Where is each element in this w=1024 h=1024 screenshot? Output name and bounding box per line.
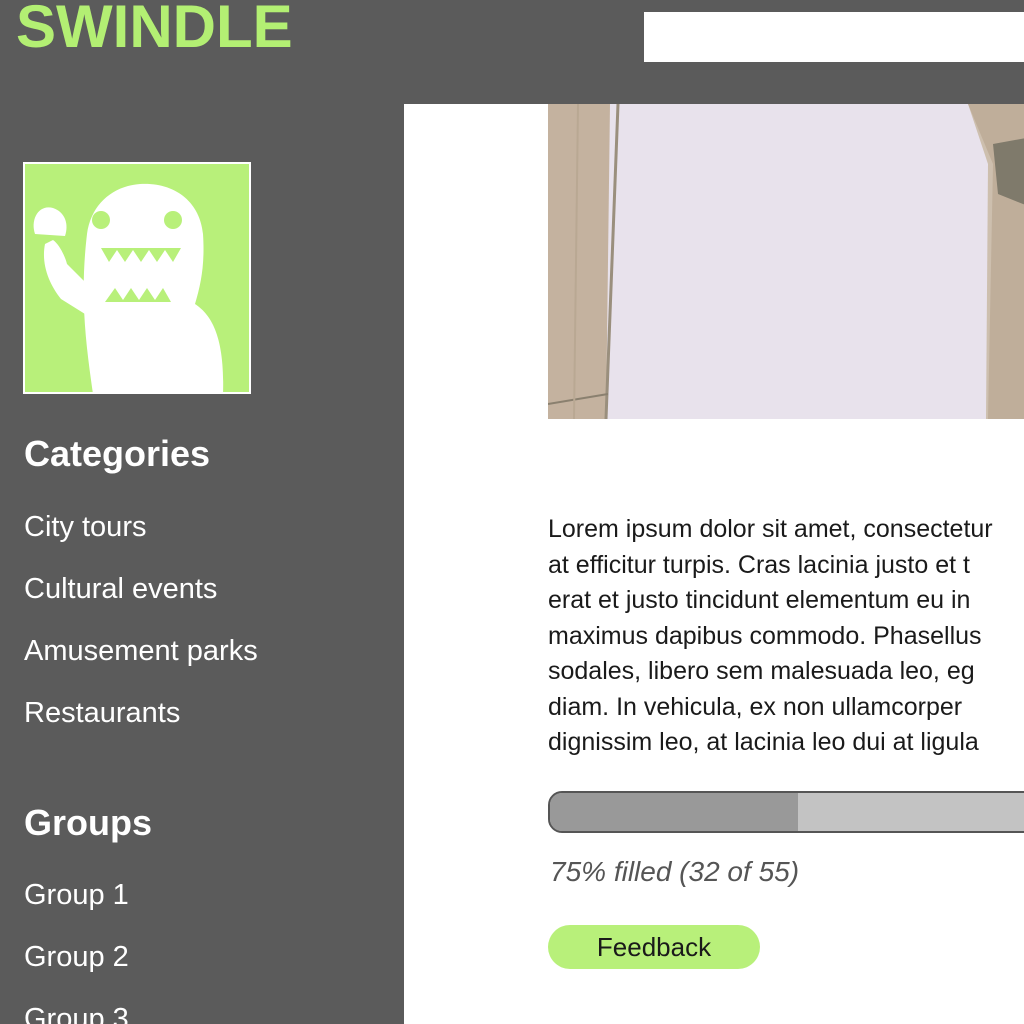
body-line: maximus dapibus commodo. Phasellus xyxy=(548,621,982,650)
sidebar: Categories City tours Cultural events Am… xyxy=(0,104,404,1024)
progress-label: 75% filled (32 of 55) xyxy=(550,856,800,887)
categories-heading: Categories xyxy=(24,433,211,474)
article-body: Lorem ipsum dolor sit amet, consectetur … xyxy=(548,512,1024,761)
site-logo[interactable]: SWINDLE xyxy=(16,0,293,62)
feedback-button[interactable]: Feedback xyxy=(548,925,760,969)
page: SWINDLE Categories City tours Cultural e… xyxy=(0,0,1024,1024)
progress-bar xyxy=(548,791,1024,833)
body-line: diam. In vehicula, ex non ullamcorper xyxy=(548,692,963,721)
groups-heading: Groups xyxy=(24,802,153,843)
monster-mascot-icon xyxy=(25,164,249,392)
search-input[interactable] xyxy=(644,12,1024,62)
body-line: at efficitur turpis. Cras lacinia justo … xyxy=(548,550,970,579)
avatar xyxy=(23,162,251,394)
category-item-amusement-parks[interactable]: Amusement parks xyxy=(24,633,258,669)
progress-fill xyxy=(550,793,798,831)
category-item-restaurants[interactable]: Restaurants xyxy=(24,695,180,731)
category-item-cultural-events[interactable]: Cultural events xyxy=(24,571,217,607)
body-line: erat et justo tincidunt elementum eu in xyxy=(548,586,971,614)
event-photo xyxy=(548,104,1024,419)
group-item-2[interactable]: Group 2 xyxy=(24,939,129,975)
group-item-3[interactable]: Group 3 xyxy=(24,1001,129,1024)
category-item-city-tours[interactable]: City tours xyxy=(24,509,146,545)
body-line: Lorem ipsum dolor sit amet, consectetur xyxy=(548,515,993,543)
main-content: Lorem ipsum dolor sit amet, consectetur … xyxy=(404,104,1024,1024)
body-line: sodales, libero sem malesuada leo, eg xyxy=(548,657,975,685)
body-line: dignissim leo, at lacinia leo dui at lig… xyxy=(548,728,979,756)
group-item-1[interactable]: Group 1 xyxy=(24,877,129,913)
